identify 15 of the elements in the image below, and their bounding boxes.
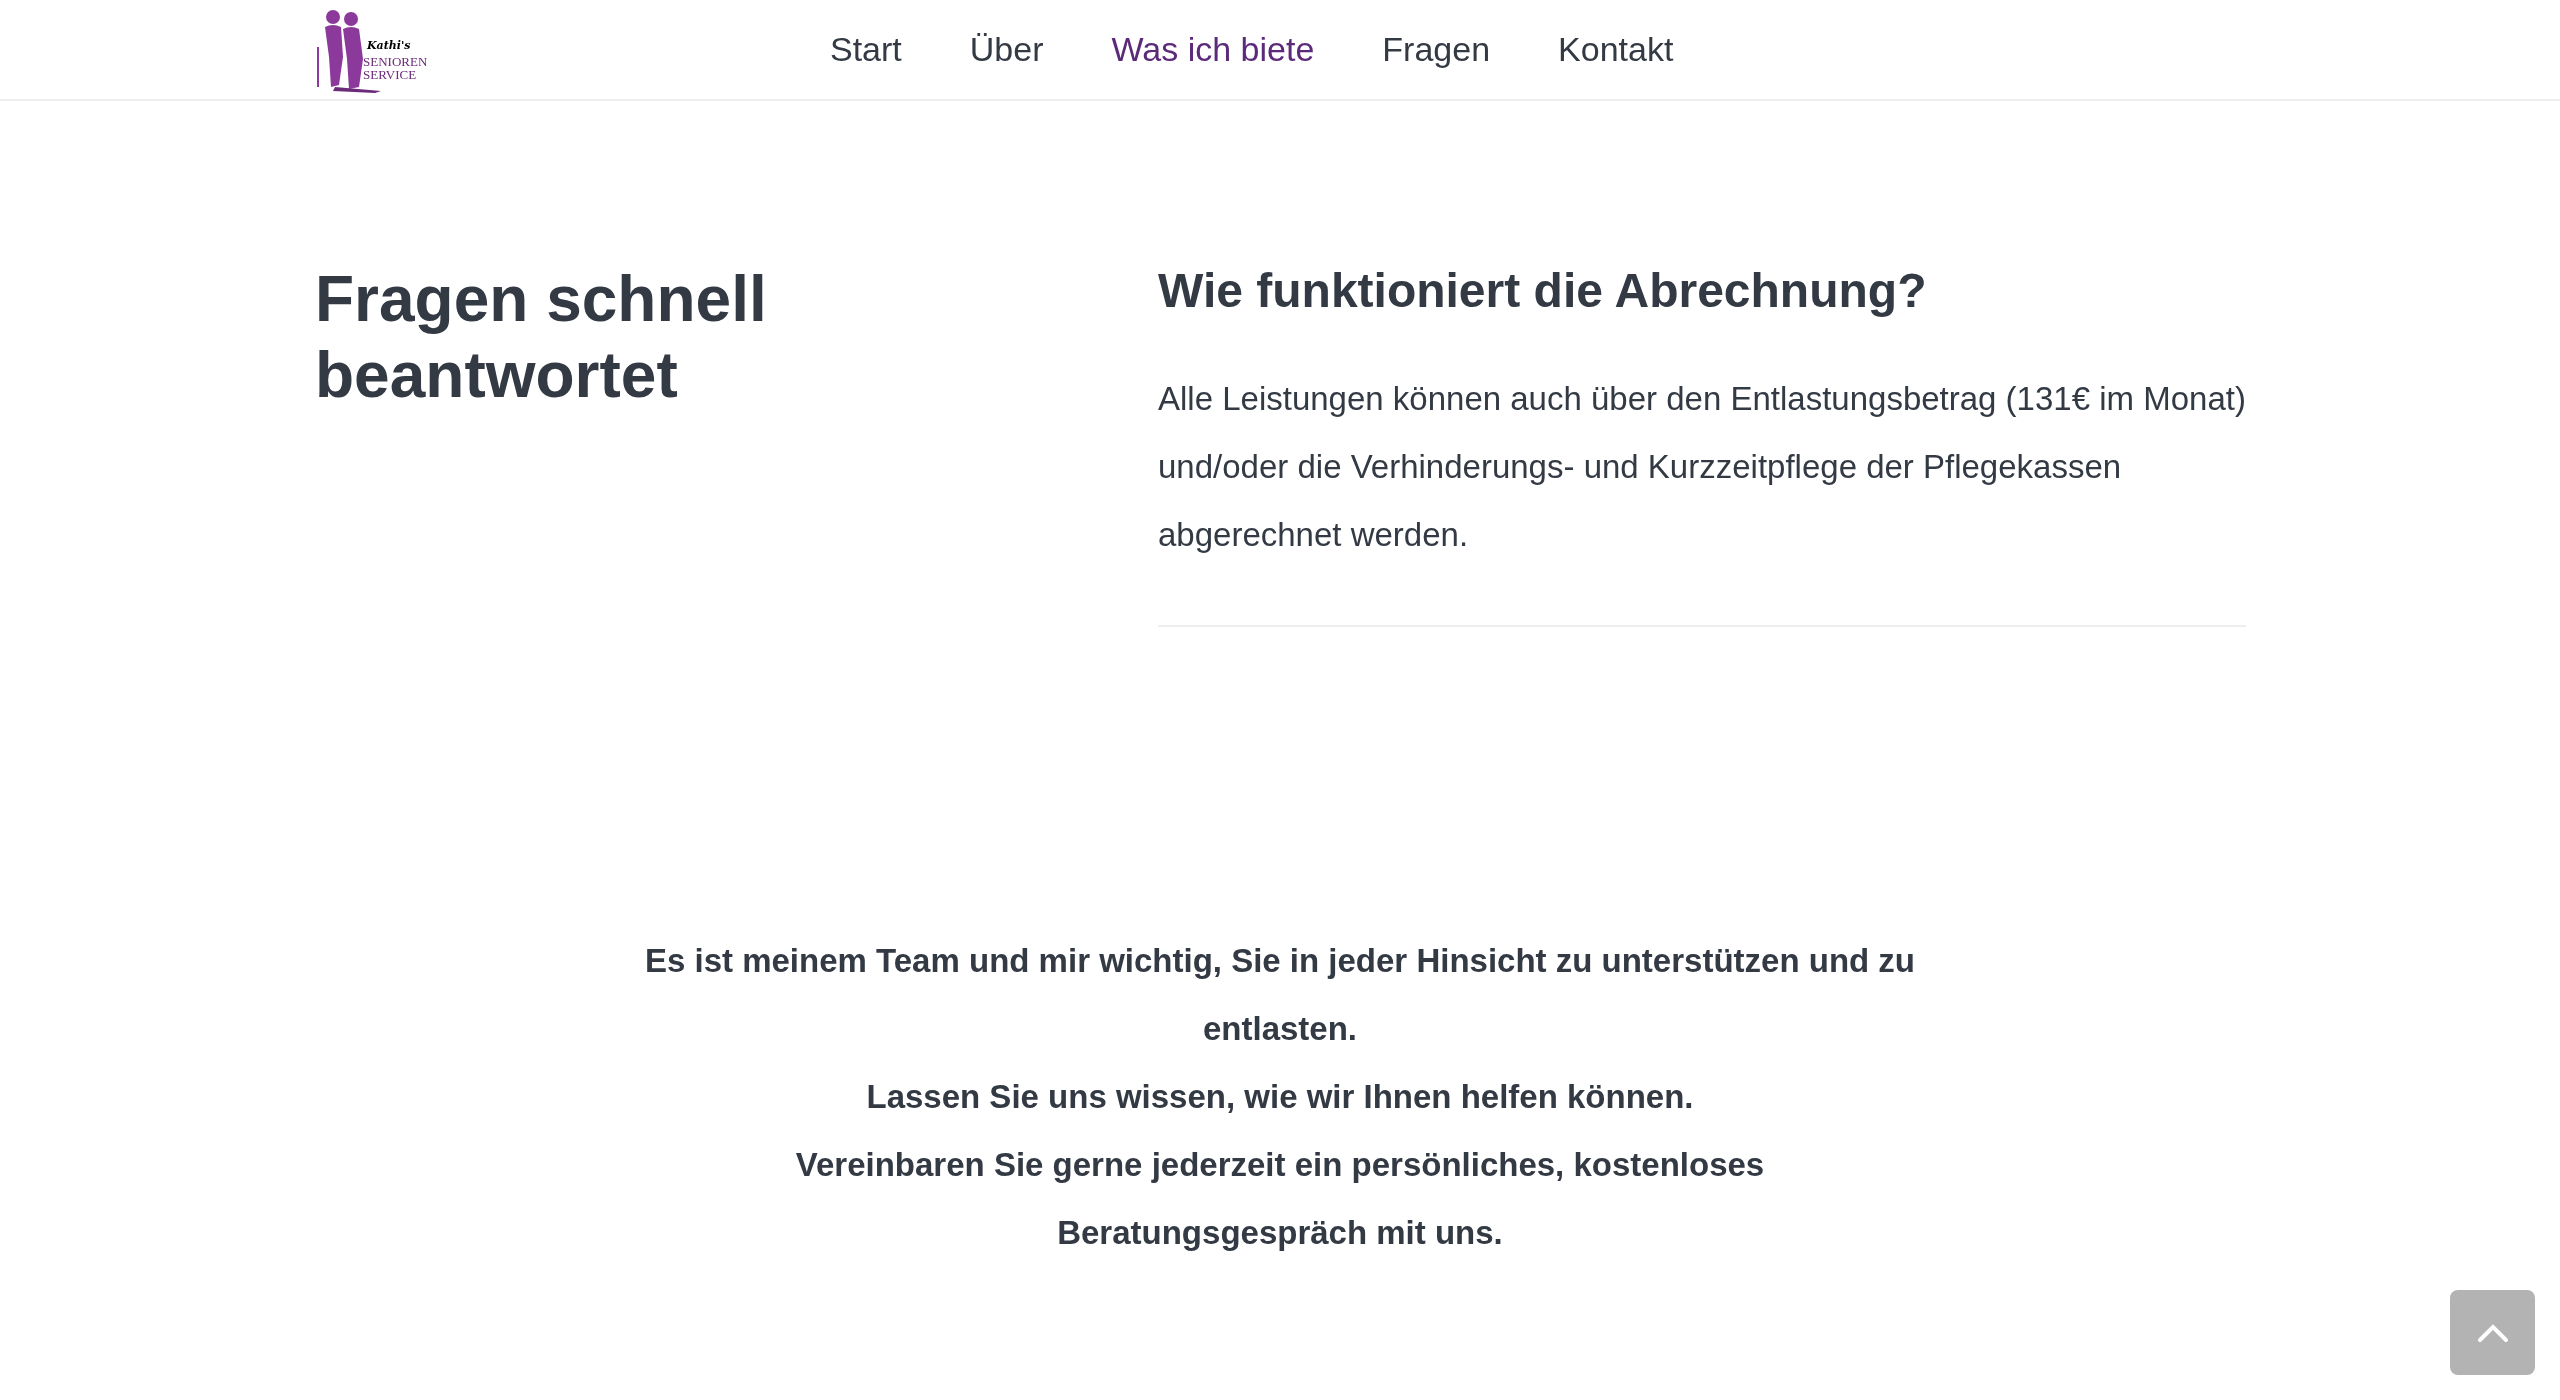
closing-text: Lassen Sie uns wissen, wie wir Ihnen helfen können. xyxy=(866,1077,1694,1117)
logo[interactable]: Kathi's SENIOREN SERVICE xyxy=(315,6,435,93)
nav-link[interactable]: Fragen xyxy=(1382,24,1491,75)
closing-text: Vereinbaren Sie gerne jederzeit ein persönliches, kostenloses Beratungsgespräch mit uns. xyxy=(794,1145,1766,1253)
nav-link[interactable]: Kontakt xyxy=(1558,24,1674,75)
question-heading: Wie funktioniert die Abrechnung? xyxy=(1158,263,1928,319)
nav-link[interactable]: Über xyxy=(969,24,1044,75)
logo-text: SERVICE xyxy=(363,67,417,81)
answer-text: Alle Leistungen können auch über den Entlastungsbetrag (131€ im Monat) und/oder die Verhinderungs- und Kurzzeitpflege der Pflegekassen abgerechnet werden. xyxy=(1158,379,2246,555)
nav-link[interactable]: Start xyxy=(830,24,902,75)
section-heading: Fragen schnell beantwortet xyxy=(315,262,768,413)
logo-text: SENIOREN xyxy=(363,54,428,68)
logo-script-text: Kathi's xyxy=(367,39,411,51)
nav-link[interactable]: Was ich biete xyxy=(1111,24,1315,75)
closing-text: Es ist meinem Team und mir wichtig, Sie in jeder Hinsicht zu unterstützen und zu entlasten. xyxy=(643,941,1917,1049)
